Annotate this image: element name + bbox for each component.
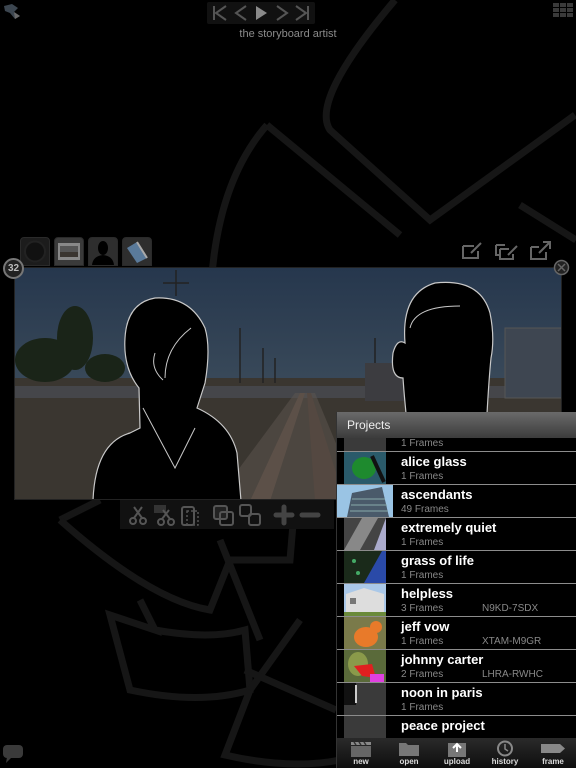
silhouette-icon (92, 241, 114, 265)
cut-icon[interactable] (126, 503, 150, 527)
cut-selection-icon[interactable] (152, 503, 176, 527)
projects-header: Projects (337, 412, 576, 438)
empty-circle-icon (24, 240, 46, 263)
project-thumbnail (344, 584, 386, 616)
project-frame-count: 1 Frames (401, 702, 444, 713)
project-name: grass of life (401, 553, 474, 568)
project-row[interactable]: peace project (337, 716, 576, 738)
project-thumbnail (337, 485, 393, 517)
history-button[interactable]: history (482, 738, 528, 768)
layer-tab-background[interactable] (20, 237, 50, 266)
clock-icon (497, 740, 513, 757)
upload-project-button[interactable]: upload (434, 738, 480, 768)
project-thumbnail (344, 683, 386, 715)
frame-edit-toolbar (120, 500, 334, 529)
open-project-button[interactable]: open (386, 738, 432, 768)
chat-bubble-icon[interactable] (2, 744, 24, 764)
project-row[interactable]: johnny carter 2 Frames LHRA-RWHC (337, 650, 576, 683)
project-thumbnail (344, 452, 386, 484)
project-name: alice glass (401, 454, 467, 469)
project-frame-count: 1 Frames (401, 636, 444, 647)
project-name: ascendants (401, 487, 473, 502)
project-name: jeff vow (401, 619, 450, 634)
project-row[interactable]: ascendants 49 Frames (337, 485, 576, 518)
project-frame-count: 49 Frames (401, 504, 449, 515)
project-frame-count: 1 Frames (401, 438, 444, 449)
project-row[interactable]: grass of life 1 Frames (337, 551, 576, 584)
project-frame-count: 1 Frames (401, 537, 444, 548)
projects-popover: Projects 1 Frames alice glass 1 Frames asce… (336, 412, 576, 768)
grid-view-icon[interactable] (553, 3, 573, 17)
app-logo-icon[interactable] (2, 2, 22, 20)
previous-frame-button[interactable] (232, 4, 250, 22)
app-subtitle: the storyboard artist (239, 28, 337, 40)
next-frame-button[interactable] (273, 4, 291, 22)
project-row[interactable]: alice glass 1 Frames (337, 452, 576, 485)
project-frame-count: 1 Frames (401, 570, 444, 581)
layer-tab-photo[interactable] (54, 237, 84, 266)
first-frame-button[interactable] (211, 4, 229, 22)
tag-icon (541, 744, 565, 753)
project-frame-count: 2 Frames (401, 669, 444, 680)
photo-icon (58, 243, 80, 260)
paste-icon[interactable] (178, 503, 202, 527)
layer-tabs (20, 237, 152, 266)
projects-toolbar: new open upload history frame (337, 738, 576, 768)
project-thumbnail (344, 650, 386, 682)
project-name: helpless (401, 586, 454, 601)
folder-icon (399, 743, 419, 756)
project-thumbnail (344, 518, 386, 550)
project-frame-count: 1 Frames (401, 471, 444, 482)
last-frame-button[interactable] (293, 4, 311, 22)
project-name: noon in paris (401, 685, 483, 700)
close-frame-icon[interactable] (553, 259, 570, 276)
project-frame-count: 3 Frames (401, 603, 444, 614)
paint-bucket-icon (127, 241, 148, 263)
frame-number-badge: 32 (3, 258, 24, 279)
project-thumbnail (344, 438, 386, 451)
project-row[interactable]: extremely quiet 1 Frames (337, 518, 576, 551)
project-name: johnny carter (401, 652, 484, 667)
export-icon[interactable] (527, 241, 553, 261)
project-list[interactable]: 1 Frames alice glass 1 Frames ascendants 49 … (337, 438, 576, 738)
project-thumbnail (344, 716, 386, 738)
project-name: extremely quiet (401, 520, 497, 535)
project-thumbnail (344, 617, 386, 649)
duplicate-icon[interactable] (238, 503, 262, 527)
project-row[interactable]: noon in paris 1 Frames (337, 683, 576, 716)
project-row[interactable]: jeff vow 1 Frames XTAM-M9GR (337, 617, 576, 650)
layer-tab-character[interactable] (88, 237, 118, 266)
frame-button[interactable]: frame (530, 738, 576, 768)
remove-frame-icon[interactable] (298, 503, 322, 527)
play-button[interactable] (252, 4, 270, 22)
project-row[interactable]: 1 Frames (337, 438, 576, 452)
upload-icon (448, 742, 466, 757)
frame-actions (459, 241, 553, 261)
project-share-code: N9KD-7SDX (482, 603, 539, 614)
new-project-button[interactable]: new (338, 738, 384, 768)
transport-controls (207, 2, 315, 24)
project-share-code: LHRA-RWHC (482, 669, 543, 680)
project-name: peace project (401, 718, 485, 733)
copy-icon[interactable] (212, 503, 236, 527)
clapperboard-icon (351, 741, 371, 757)
project-thumbnail (344, 551, 386, 583)
add-frame-icon[interactable] (272, 503, 296, 527)
duplicate-edit-icon[interactable] (493, 241, 519, 261)
edit-note-icon[interactable] (459, 241, 485, 261)
project-share-code: XTAM-M9GR (482, 636, 542, 647)
layer-tab-paint[interactable] (122, 237, 152, 266)
project-row[interactable]: helpless 3 Frames N9KD-7SDX (337, 584, 576, 617)
